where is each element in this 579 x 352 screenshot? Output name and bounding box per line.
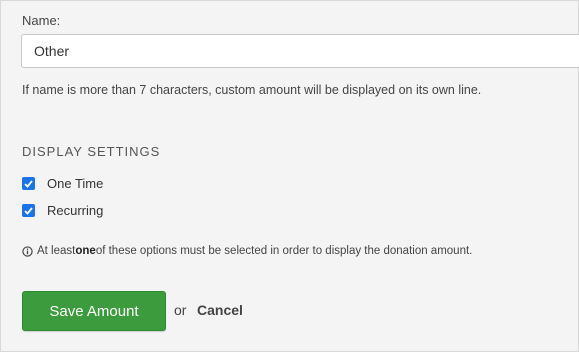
info-text-before: At least [37,245,76,257]
selection-info: At least one of these options must be se… [22,245,472,257]
checkmark-icon [24,179,33,188]
amount-settings-panel: Name: If name is more than 7 characters,… [0,0,579,352]
recurring-label: Recurring [47,203,104,218]
or-text: or [174,302,187,318]
info-text-after: of these options must be selected in ord… [95,245,473,257]
one-time-option[interactable]: One Time [22,176,103,191]
save-amount-button[interactable]: Save Amount [22,291,166,331]
info-text-bold: one [75,245,96,257]
name-input[interactable] [21,34,579,68]
cancel-link[interactable]: Cancel [197,302,243,318]
name-hint-text: If name is more than 7 characters, custo… [22,83,482,97]
info-circle-icon [22,245,33,257]
one-time-checkbox[interactable] [22,177,35,190]
name-label: Name: [22,13,61,28]
recurring-option[interactable]: Recurring [22,203,103,218]
display-settings-title: DISPLAY SETTINGS [22,144,161,159]
recurring-checkbox[interactable] [22,204,35,217]
one-time-label: One Time [47,176,104,191]
checkmark-icon [24,206,33,215]
